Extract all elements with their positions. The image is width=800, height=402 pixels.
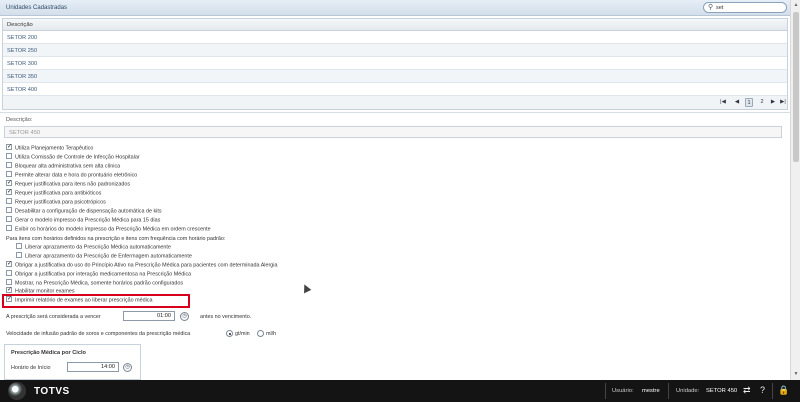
clock-icon[interactable]: ◷ bbox=[180, 312, 189, 321]
help-icon[interactable]: ? bbox=[760, 385, 765, 395]
checkbox[interactable]: ✓ bbox=[6, 144, 12, 150]
panel-title: Unidades Cadastradas bbox=[6, 5, 68, 11]
search-input[interactable] bbox=[716, 4, 782, 12]
next-page-icon[interactable]: ▶ bbox=[769, 98, 777, 107]
unit-label: Unidade: bbox=[676, 388, 700, 394]
user-value: mestre bbox=[642, 388, 660, 394]
unit-value[interactable]: SETOR 450 bbox=[706, 388, 737, 394]
description-label: Descrição: bbox=[6, 117, 33, 123]
expire-time-input[interactable]: 01:00 bbox=[123, 311, 175, 321]
option-alergia[interactable]: ✓ Obrigar a justificativa do uso do Princ… bbox=[6, 261, 277, 270]
option-interacao[interactable]: Obrigar a justificativa por interação me… bbox=[6, 270, 191, 279]
lock-icon[interactable]: 🔒 bbox=[778, 385, 789, 395]
grid-row[interactable]: SETOR 300 bbox=[3, 57, 787, 70]
option-15-dias[interactable]: Gerar o modelo impresso da Prescrição Mé… bbox=[6, 216, 160, 225]
scroll-up-icon[interactable]: ▲ bbox=[792, 1, 800, 9]
option-psicotropicos[interactable]: Requer justificativa para psicotrópicos bbox=[6, 198, 106, 207]
brand-name: TOTVS bbox=[34, 386, 70, 397]
pager: |◀ ◀ 1 2 ▶ ▶| bbox=[2, 96, 788, 110]
cycle-fieldset: Prescrição Médica por Ciclo Horário de I… bbox=[4, 344, 141, 380]
divider bbox=[772, 383, 773, 399]
frequency-text: Para itens com horários definidos na pre… bbox=[6, 236, 226, 242]
option-alterar-data[interactable]: Permite alterar data e hora do prontuári… bbox=[6, 171, 137, 180]
panel-header: Unidades Cadastradas ⚲ bbox=[0, 0, 790, 16]
grid-row[interactable]: SETOR 350 bbox=[3, 70, 787, 83]
grid-row[interactable]: SETOR 400 bbox=[3, 83, 787, 96]
radio-gt-min[interactable] bbox=[226, 330, 233, 337]
divider bbox=[0, 112, 790, 113]
scrollbar[interactable]: ▲ ▼ bbox=[790, 0, 800, 380]
last-page-icon[interactable]: ▶| bbox=[779, 98, 787, 107]
option-kits[interactable]: Desabilitar a configuração de dispensaçã… bbox=[6, 207, 162, 216]
checkbox[interactable] bbox=[6, 162, 12, 168]
units-grid: Descrição SETOR 200 SETOR 250 SETOR 300 … bbox=[2, 18, 788, 96]
totvs-logo-icon bbox=[8, 382, 26, 400]
mouse-cursor bbox=[300, 282, 312, 294]
first-page-icon[interactable]: |◀ bbox=[719, 98, 727, 107]
option-antibioticos[interactable]: ✓ Requer justificativa para antibióticos bbox=[6, 189, 101, 198]
checkbox[interactable] bbox=[6, 198, 12, 204]
page-button-2[interactable]: 2 bbox=[758, 98, 766, 107]
checkbox[interactable] bbox=[6, 153, 12, 159]
option-nao-padronizados[interactable]: ✓ Requer justificativa para itens não pad… bbox=[6, 180, 130, 189]
checkbox[interactable] bbox=[6, 171, 12, 177]
option-bloquear-alta[interactable]: Bloquear alta administrativa sem alta cl… bbox=[6, 162, 120, 171]
option-aprazamento-enfermagem[interactable]: Liberar aprazamento da Prescrição de Enf… bbox=[16, 252, 192, 261]
scroll-thumb[interactable] bbox=[793, 12, 799, 162]
footer-bar: TOTVS Usuário: mestre Unidade: SETOR 450… bbox=[0, 380, 800, 402]
option-aprazamento-medica[interactable]: Liberar aprazamento da Prescrição Médica… bbox=[16, 243, 171, 252]
divider bbox=[605, 383, 606, 399]
expire-prefix: A prescrição será considerada a vencer bbox=[6, 314, 101, 320]
start-time-input[interactable]: 14:00 bbox=[67, 362, 119, 372]
infusion-text: Velocidade de infusão padrão de soros e … bbox=[6, 331, 191, 337]
radio-ml-h[interactable] bbox=[257, 330, 264, 337]
option-ordem-crescente[interactable]: Exibir os horários do modelo impresso da… bbox=[6, 225, 211, 234]
checkbox[interactable] bbox=[6, 270, 12, 276]
checkbox[interactable] bbox=[6, 207, 12, 213]
switch-unit-icon[interactable]: ⇄ bbox=[743, 385, 751, 395]
checkbox[interactable] bbox=[6, 225, 12, 231]
checkbox[interactable]: ✓ bbox=[6, 296, 12, 302]
clock-icon[interactable]: ◷ bbox=[123, 363, 132, 372]
grid-row[interactable]: SETOR 200 bbox=[3, 31, 787, 44]
page-button-1[interactable]: 1 bbox=[745, 98, 753, 107]
grid-column-header[interactable]: Descrição bbox=[3, 19, 787, 31]
checkbox[interactable] bbox=[16, 252, 22, 258]
grid-row[interactable]: SETOR 250 bbox=[3, 44, 787, 57]
option-imprimir-exames[interactable]: ✓ Imprimir relatório de exames ao liberar… bbox=[6, 296, 153, 305]
start-time-label: Horário de Início bbox=[11, 365, 51, 371]
prev-page-icon[interactable]: ◀ bbox=[733, 98, 741, 107]
radio-ml-h-label: ml/h bbox=[266, 331, 277, 337]
radio-gt-min-label: gt/min bbox=[235, 331, 250, 337]
checkbox[interactable]: ✓ bbox=[6, 261, 12, 267]
checkbox[interactable]: ✓ bbox=[6, 189, 12, 195]
description-field[interactable]: SETOR 450 bbox=[4, 126, 782, 138]
checkbox[interactable] bbox=[6, 216, 12, 222]
search-box[interactable]: ⚲ bbox=[703, 2, 787, 13]
option-cchi[interactable]: Utiliza Comissão de Controle de Infecção… bbox=[6, 153, 140, 162]
checkbox[interactable] bbox=[16, 243, 22, 249]
divider bbox=[668, 383, 669, 399]
checkbox[interactable] bbox=[6, 279, 12, 285]
checkbox[interactable]: ✓ bbox=[6, 180, 12, 186]
app-window: Unidades Cadastradas ⚲ Descrição SETOR 2… bbox=[0, 0, 800, 402]
scroll-down-icon[interactable]: ▼ bbox=[792, 370, 800, 378]
checkbox[interactable]: ✓ bbox=[6, 287, 12, 293]
user-label: Usuário: bbox=[612, 388, 634, 394]
option-planejamento[interactable]: ✓ Utiliza Planejamento Terapêutico bbox=[6, 144, 93, 153]
option-horarios-padrao[interactable]: Mostrar, na Prescrição Médica, somente h… bbox=[6, 279, 183, 288]
expire-suffix: antes no vencimento. bbox=[200, 314, 252, 320]
search-icon[interactable]: ⚲ bbox=[708, 4, 713, 12]
cycle-title: Prescrição Médica por Ciclo bbox=[11, 350, 86, 356]
